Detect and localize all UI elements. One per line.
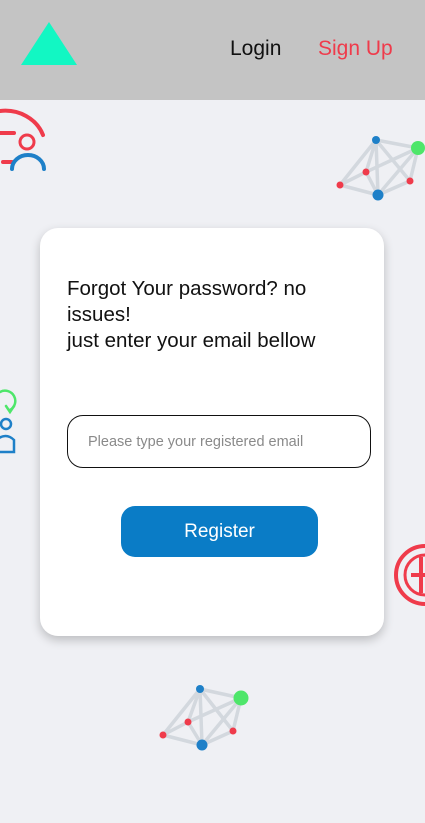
login-link[interactable]: Login — [230, 37, 281, 61]
message-line-2: issues! — [67, 303, 131, 326]
email-input[interactable] — [67, 415, 371, 468]
user-settings-icon — [0, 108, 46, 171]
message-line-3: just enter your email bellow — [67, 329, 316, 352]
register-button[interactable]: Register — [121, 506, 318, 557]
forgot-password-card: Forgot Your password? no issues! just en… — [40, 228, 384, 636]
add-circle-icon — [394, 544, 425, 606]
forgot-password-message: Forgot Your password? no issues! just en… — [67, 276, 367, 354]
signup-link[interactable]: Sign Up — [318, 37, 393, 61]
top-nav-bar: Login Sign Up — [0, 0, 425, 100]
user-sync-icon — [0, 389, 17, 454]
triangle-logo-icon[interactable] — [20, 20, 78, 66]
network-graph-icon — [336, 136, 425, 201]
message-line-1: Forgot Your password? no — [67, 277, 307, 300]
network-graph-icon — [159, 685, 249, 751]
